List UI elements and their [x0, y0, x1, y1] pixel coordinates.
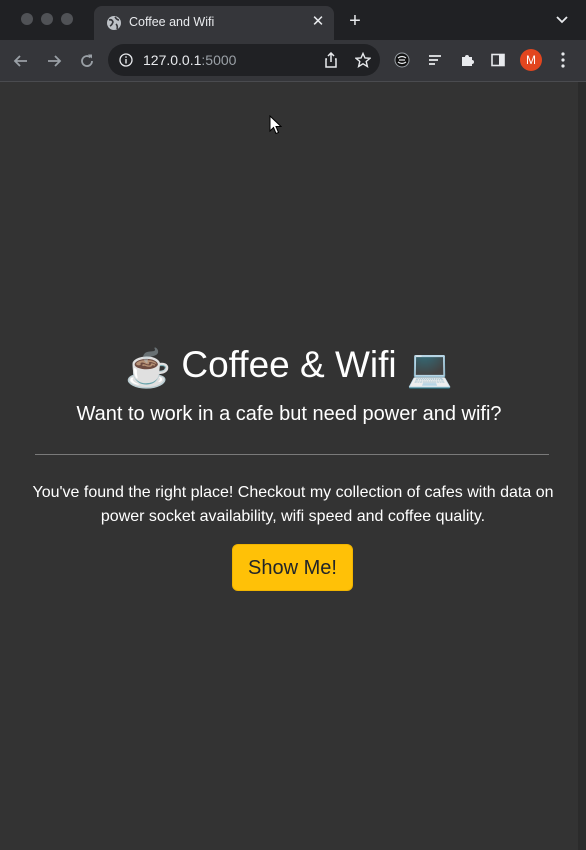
profile-avatar[interactable]: M	[520, 49, 542, 71]
back-arrow-icon[interactable]	[11, 51, 31, 71]
share-icon[interactable]	[323, 52, 339, 68]
reload-icon[interactable]	[77, 51, 97, 71]
scrollbar-track[interactable]	[578, 82, 586, 850]
zoom-window-button[interactable]	[61, 13, 73, 25]
description-text: You've found the right place! Checkout m…	[32, 484, 554, 525]
laptop-icon: 💻	[406, 348, 453, 389]
divider	[35, 454, 549, 455]
reading-list-icon[interactable]	[427, 52, 443, 68]
plus-icon[interactable]: +	[345, 11, 365, 31]
browser-toolbar: 127.0.0.1:5000 M	[0, 40, 586, 82]
url-text: 127.0.0.1:5000	[143, 52, 236, 68]
tab-strip: Coffee and Wifi ✕ +	[0, 0, 586, 40]
close-window-button[interactable]	[21, 13, 33, 25]
side-panel-icon[interactable]	[490, 52, 506, 68]
extension-shield-icon[interactable]	[394, 52, 410, 68]
address-bar[interactable]: 127.0.0.1:5000	[108, 44, 380, 76]
kebab-menu-icon[interactable]	[557, 51, 569, 69]
browser-window: Coffee and Wifi ✕ + 127.0.0.1:5000 M ☕ C…	[0, 0, 586, 850]
close-icon[interactable]: ✕	[310, 14, 326, 30]
globe-icon	[107, 16, 121, 30]
tab-title: Coffee and Wifi	[129, 15, 215, 29]
lead-text: Want to work in a cafe but need power an…	[76, 403, 502, 425]
url-port: :5000	[201, 52, 237, 68]
mouse-cursor-icon	[269, 115, 282, 135]
chevron-down-icon[interactable]	[555, 13, 569, 27]
puzzle-icon[interactable]	[459, 52, 475, 68]
url-host: 127.0.0.1	[143, 52, 202, 68]
coffee-cup-icon: ☕	[125, 348, 172, 389]
browser-tab[interactable]: Coffee and Wifi ✕	[94, 6, 334, 40]
minimize-window-button[interactable]	[41, 13, 53, 25]
star-icon[interactable]	[355, 52, 371, 68]
forward-arrow-icon[interactable]	[44, 51, 64, 71]
page-title-text: Coffee & Wifi	[181, 344, 397, 385]
page-title: ☕ Coffee & Wifi 💻	[0, 344, 578, 391]
page-content: ☕ Coffee & Wifi 💻 Want to work in a cafe…	[0, 82, 578, 850]
show-me-button[interactable]: Show Me!	[232, 544, 353, 591]
info-icon[interactable]	[119, 53, 133, 67]
